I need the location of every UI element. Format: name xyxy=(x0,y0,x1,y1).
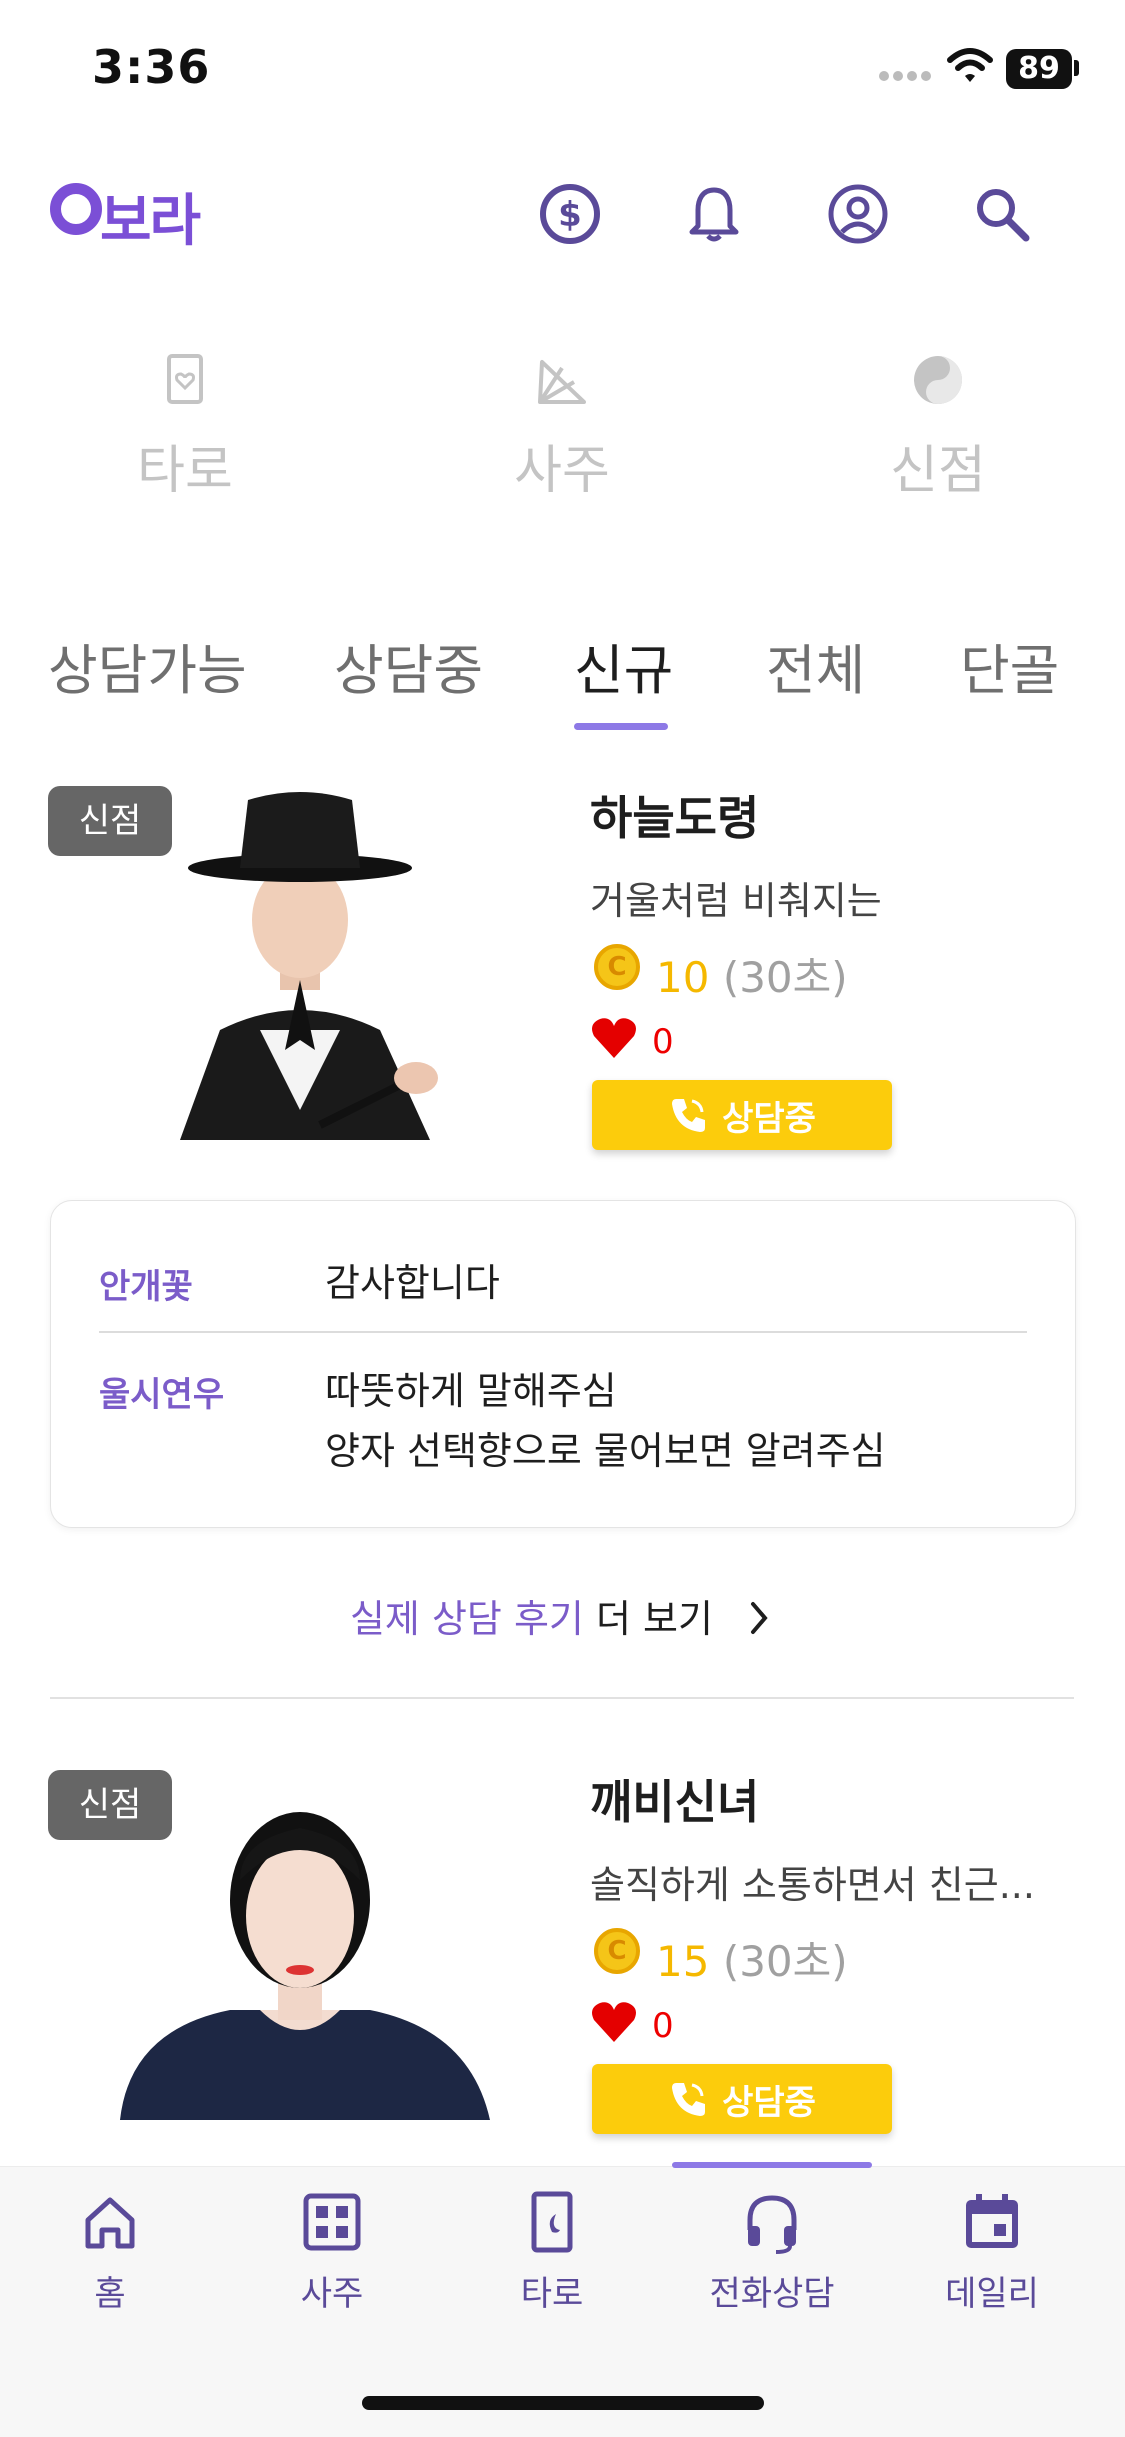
profile-button[interactable] xyxy=(822,178,894,250)
logo-mark xyxy=(50,183,102,235)
grid-icon xyxy=(303,2193,361,2251)
price-unit: (30초) xyxy=(722,1937,848,1986)
home-indicator xyxy=(362,2396,764,2410)
section-divider xyxy=(50,1697,1074,1699)
category-label: 타로 xyxy=(137,441,233,501)
search-icon xyxy=(977,189,1030,242)
nav-label: 전화상담 xyxy=(709,2274,835,2314)
phone-icon xyxy=(672,2083,706,2116)
tab-new[interactable]: 신규 xyxy=(574,626,673,705)
price: 15 (30초) xyxy=(656,1928,848,1989)
nav-saju[interactable]: 사주 xyxy=(242,2190,422,2315)
coin-icon: C xyxy=(594,944,640,990)
like-count: 0 xyxy=(652,2006,674,2046)
call-button-label: 상담중 xyxy=(722,2082,816,2123)
tab-available[interactable]: 상담가능 xyxy=(48,626,247,705)
counselor-intro: 솔직하게 소통하면서 친근... xyxy=(590,1863,1035,1907)
nav-label: 데일리 xyxy=(945,2274,1039,2314)
nav-label: 사주 xyxy=(300,2274,364,2314)
nav-label: 홈 xyxy=(94,2274,126,2314)
counselor-intro: 거울처럼 비춰지는 xyxy=(590,879,882,923)
more-reviews-highlight: 실제 상담 후기 xyxy=(349,1597,584,1641)
nav-phone-consult[interactable]: 전화상담 xyxy=(682,2190,862,2315)
more-reviews-link[interactable]: 실제 상담 후기 더 보기 xyxy=(0,1588,1125,1643)
nav-home[interactable]: 홈 xyxy=(20,2190,200,2315)
app-logo[interactable]: 보라 xyxy=(100,176,201,257)
notification-button[interactable] xyxy=(678,178,750,250)
status-time: 3:36 xyxy=(92,40,211,94)
nav-label: 타로 xyxy=(520,2274,584,2314)
dollar-icon: $ xyxy=(540,184,600,244)
coin-icon: C xyxy=(594,1928,640,1974)
nav-active-indicator xyxy=(672,2162,872,2168)
counselor-name[interactable]: 하늘도령 xyxy=(590,782,759,848)
active-tab-indicator xyxy=(574,723,668,730)
svg-text:$: $ xyxy=(558,195,582,235)
like-count: 0 xyxy=(652,1022,674,1062)
more-reviews-text: 더 보기 xyxy=(595,1597,713,1641)
bell-icon xyxy=(689,187,739,242)
review-box: 안개꽃 감사합니다 울시연우 따뜻하게 말해주심 양자 선택향으로 물어보면 알… xyxy=(50,1200,1076,1528)
review-text: 양자 선택향으로 물어보면 알려주심 xyxy=(325,1429,886,1473)
price-unit: (30초) xyxy=(722,953,848,1002)
chevron-right-icon xyxy=(751,1602,768,1634)
heart-icon xyxy=(592,2002,636,2042)
tarot-card-icon xyxy=(531,2191,573,2253)
tab-in-consultation[interactable]: 상담중 xyxy=(334,626,483,705)
reviewer-name: 울시연우 xyxy=(99,1375,225,1415)
tarot-card-icon xyxy=(167,354,203,404)
calendar-icon xyxy=(966,2194,1018,2248)
tab-regulars[interactable]: 단골 xyxy=(960,626,1059,705)
battery-tip xyxy=(1074,60,1079,76)
home-icon xyxy=(85,2197,135,2249)
review-text: 따뜻하게 말해주심 xyxy=(325,1369,617,1413)
category-tarot[interactable]: 타로 xyxy=(85,350,285,503)
search-button[interactable] xyxy=(966,178,1038,250)
review-divider xyxy=(99,1331,1027,1333)
price: 10 (30초) xyxy=(656,944,848,1005)
category-label: 사주 xyxy=(514,441,610,501)
call-button[interactable]: 상담중 xyxy=(592,2064,892,2134)
category-sinjeom[interactable]: 신점 xyxy=(838,350,1038,503)
signal-dots-icon xyxy=(879,71,931,81)
fan-icon xyxy=(538,360,586,404)
call-button-label: 상담중 xyxy=(722,1098,816,1139)
user-circle-icon xyxy=(828,184,888,244)
coin-shop-button[interactable]: $ xyxy=(534,178,606,250)
review-text: 감사합니다 xyxy=(325,1261,500,1305)
price-value: 10 xyxy=(656,953,710,1002)
yin-yang-icon xyxy=(914,356,962,404)
reviewer-name: 안개꽃 xyxy=(99,1267,193,1307)
heart-icon xyxy=(592,1018,636,1058)
wifi-icon xyxy=(947,48,993,82)
nav-tarot[interactable]: 타로 xyxy=(462,2190,642,2315)
nav-daily[interactable]: 데일리 xyxy=(902,2190,1082,2315)
call-button[interactable]: 상담중 xyxy=(592,1080,892,1150)
category-badge: 신점 xyxy=(48,1770,172,1840)
headset-icon xyxy=(747,2195,797,2254)
category-badge: 신점 xyxy=(48,786,172,856)
phone-icon xyxy=(672,1099,706,1132)
category-saju[interactable]: 사주 xyxy=(462,350,662,503)
tab-all[interactable]: 전체 xyxy=(766,626,865,705)
category-label: 신점 xyxy=(890,441,986,501)
price-value: 15 xyxy=(656,1937,710,1986)
counselor-name[interactable]: 깨비신녀 xyxy=(590,1766,759,1832)
battery-indicator: 89 xyxy=(1006,49,1072,89)
